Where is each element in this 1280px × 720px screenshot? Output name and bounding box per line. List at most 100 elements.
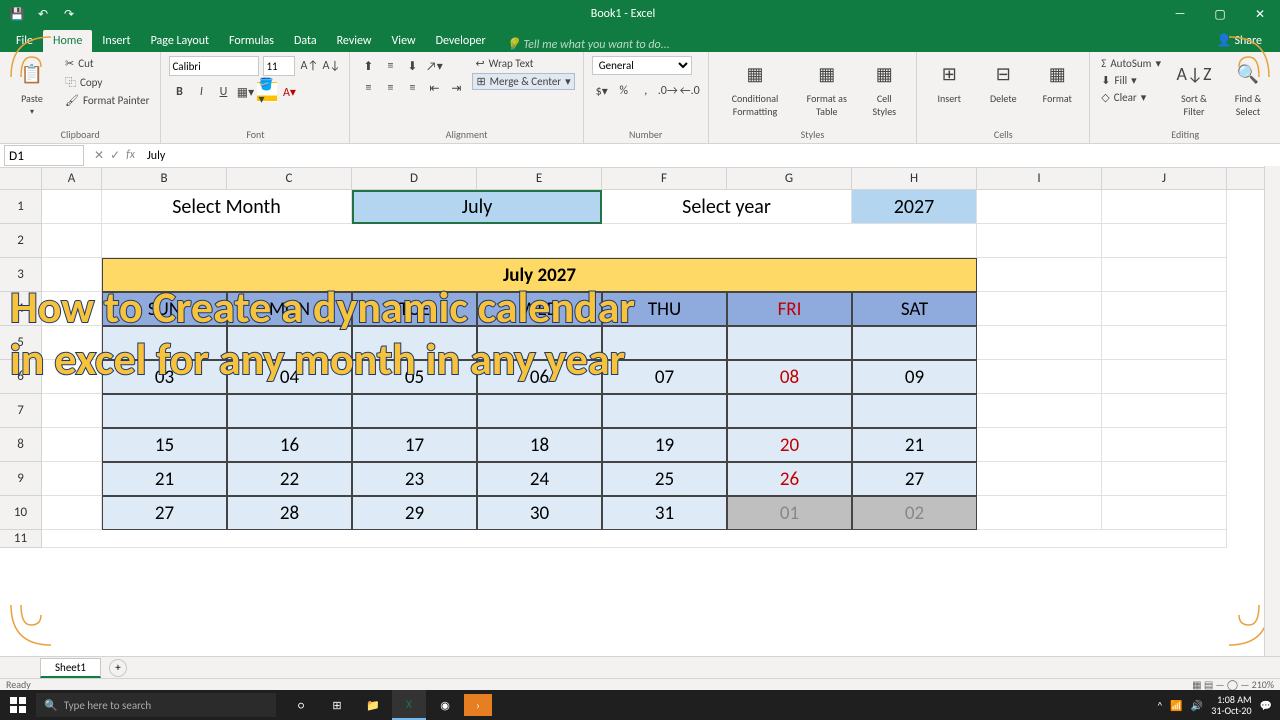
app-icon[interactable]: › xyxy=(464,694,492,716)
cell[interactable] xyxy=(977,292,1102,326)
calendar-day[interactable] xyxy=(352,326,477,360)
tab-formulas[interactable]: Formulas xyxy=(219,30,284,52)
calendar-day[interactable] xyxy=(477,326,602,360)
number-format-select[interactable]: General xyxy=(592,56,692,75)
tab-insert[interactable]: Insert xyxy=(92,30,140,52)
row-header-1[interactable]: 1 xyxy=(0,190,42,224)
col-header-E[interactable]: E xyxy=(477,168,602,189)
minimize-button[interactable]: — xyxy=(1160,0,1200,28)
calendar-day[interactable]: 03 xyxy=(102,360,227,394)
col-header-H[interactable]: H xyxy=(852,168,977,189)
tell-me-search[interactable]: 💡 Tell me what you want to do... xyxy=(506,37,670,52)
col-header-F[interactable]: F xyxy=(602,168,727,189)
tray-chevron-icon[interactable]: ^ xyxy=(1157,699,1162,712)
calendar-day[interactable]: 22 xyxy=(227,462,352,496)
cell[interactable] xyxy=(42,292,102,326)
fill-color-button[interactable]: 🪣▾ xyxy=(257,82,277,102)
cancel-formula-icon[interactable]: ✕ xyxy=(94,148,104,163)
copy-button[interactable]: ⿻ Copy xyxy=(62,73,152,91)
calendar-day[interactable] xyxy=(602,326,727,360)
row-header-8[interactable]: 8 xyxy=(0,428,42,462)
chrome-icon[interactable]: ◉ xyxy=(428,690,462,720)
formula-input[interactable]: July xyxy=(141,148,1280,164)
tab-data[interactable]: Data xyxy=(284,30,327,52)
border-button[interactable]: ▦▾ xyxy=(235,82,255,102)
tab-developer[interactable]: Developer xyxy=(426,30,496,52)
calendar-day[interactable]: 08 xyxy=(727,360,852,394)
col-header-B[interactable]: B xyxy=(102,168,227,189)
row-header-7[interactable]: 7 xyxy=(0,394,42,428)
row-header-11[interactable]: 11 xyxy=(0,530,42,548)
calendar-day[interactable]: 27 xyxy=(102,496,227,530)
tray-volume-icon[interactable]: 🔊 xyxy=(1191,699,1203,712)
tray-date[interactable]: 31-Oct-20 xyxy=(1211,705,1251,716)
vertical-scrollbar[interactable] xyxy=(1264,166,1280,656)
dec-decimal-icon[interactable]: ←.0 xyxy=(680,81,700,101)
sort-filter-button[interactable]: A↓ZSort & Filter xyxy=(1170,56,1218,120)
align-middle-icon[interactable]: ≡ xyxy=(380,56,400,76)
italic-button[interactable]: I xyxy=(191,82,211,102)
cell[interactable] xyxy=(42,224,102,258)
file-explorer-icon[interactable]: 📁 xyxy=(356,690,390,720)
percent-icon[interactable]: % xyxy=(614,81,634,101)
calendar-day[interactable]: 05 xyxy=(352,360,477,394)
cell[interactable] xyxy=(977,394,1102,428)
calendar-day[interactable]: 24 xyxy=(477,462,602,496)
cell[interactable] xyxy=(42,326,102,360)
calendar-day[interactable] xyxy=(477,394,602,428)
cell[interactable] xyxy=(1102,462,1227,496)
calendar-day[interactable] xyxy=(727,394,852,428)
currency-icon[interactable]: $▾ xyxy=(592,81,612,101)
col-header-I[interactable]: I xyxy=(977,168,1102,189)
excel-taskbar-icon[interactable]: X xyxy=(392,690,426,720)
cell[interactable] xyxy=(1102,292,1227,326)
cell[interactable] xyxy=(42,394,102,428)
tab-home[interactable]: Home xyxy=(43,30,92,52)
calendar-day[interactable] xyxy=(602,394,727,428)
calendar-day-off[interactable]: 02 xyxy=(852,496,977,530)
row-header-3[interactable]: 3 xyxy=(0,258,42,292)
align-bottom-icon[interactable]: ⬇ xyxy=(402,56,422,76)
save-icon[interactable]: 💾 xyxy=(6,3,28,25)
cell[interactable] xyxy=(1102,428,1227,462)
calendar-day[interactable]: 06 xyxy=(477,360,602,394)
conditional-formatting-button[interactable]: ▦Conditional Formatting xyxy=(717,56,794,120)
tab-view[interactable]: View xyxy=(382,30,426,52)
share-button[interactable]: 👤 Share xyxy=(1209,29,1270,52)
calendar-day[interactable]: 31 xyxy=(602,496,727,530)
day-header[interactable]: THU xyxy=(602,292,727,326)
calendar-day[interactable]: 20 xyxy=(727,428,852,462)
day-header[interactable]: MON xyxy=(227,292,352,326)
calendar-day[interactable]: 04 xyxy=(227,360,352,394)
calendar-day[interactable]: 28 xyxy=(227,496,352,530)
cell[interactable] xyxy=(977,326,1102,360)
month-dropdown-cell[interactable]: July xyxy=(352,190,602,224)
cell[interactable] xyxy=(977,258,1102,292)
inc-decimal-icon[interactable]: .0→ xyxy=(658,81,678,101)
cell[interactable] xyxy=(1102,326,1227,360)
delete-cells-button[interactable]: ⊟Delete xyxy=(979,56,1027,107)
sheet-tab-1[interactable]: Sheet1 xyxy=(40,658,101,678)
clear-button[interactable]: ◇ Clear ▾ xyxy=(1098,90,1164,105)
col-header-D[interactable]: D xyxy=(352,168,477,189)
day-header[interactable]: WED xyxy=(477,292,602,326)
undo-icon[interactable]: ↶ xyxy=(32,3,54,25)
calendar-day[interactable]: 21 xyxy=(102,462,227,496)
col-header-A[interactable]: A xyxy=(42,168,102,189)
calendar-day[interactable]: 07 xyxy=(602,360,727,394)
underline-button[interactable]: U xyxy=(213,82,233,102)
day-header[interactable]: TUE xyxy=(352,292,477,326)
comma-icon[interactable]: , xyxy=(636,81,656,101)
format-as-table-button[interactable]: ▦Format as Table xyxy=(799,56,854,120)
fill-button[interactable]: ⬇ Fill ▾ xyxy=(1098,73,1164,88)
orientation-icon[interactable]: ↗▾ xyxy=(424,56,444,76)
tab-file[interactable]: File xyxy=(6,30,43,52)
align-right-icon[interactable]: ≡ xyxy=(402,78,422,98)
tray-wifi-icon[interactable]: 📶 xyxy=(1170,699,1182,712)
autosum-button[interactable]: Σ AutoSum ▾ xyxy=(1098,56,1164,71)
calendar-day[interactable]: 27 xyxy=(852,462,977,496)
select-all-corner[interactable] xyxy=(0,168,42,189)
cell[interactable] xyxy=(1102,190,1227,224)
day-header[interactable]: SUN xyxy=(102,292,227,326)
cell[interactable] xyxy=(42,530,1227,548)
